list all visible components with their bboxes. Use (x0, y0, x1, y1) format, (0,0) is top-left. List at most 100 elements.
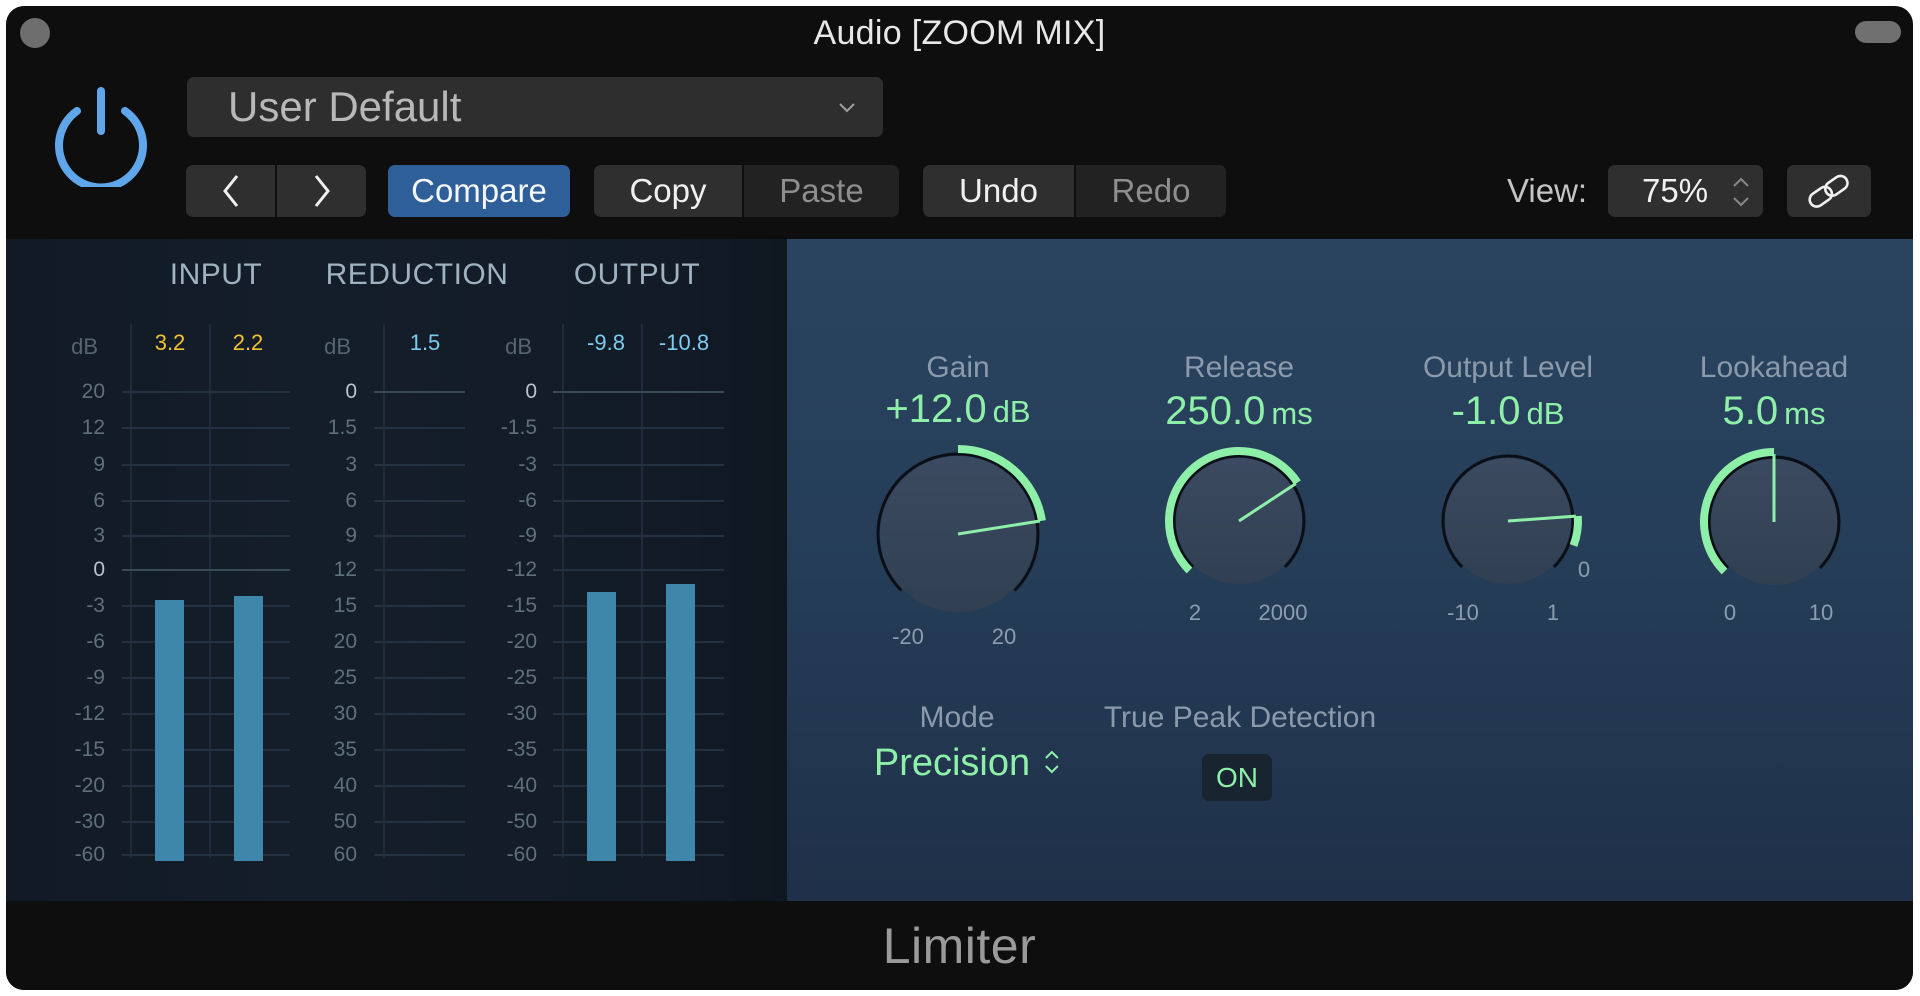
input-scale-tick: 3 (93, 524, 105, 547)
input-level-bar-left (155, 600, 184, 861)
view-zoom-value: 75% (1642, 172, 1709, 209)
reduction-scale-tick: 60 (333, 843, 357, 866)
up-down-chevron-icon (1733, 177, 1749, 207)
output-scale-tick: -9 (518, 524, 537, 547)
output-level-min-label: -10 (1447, 600, 1479, 625)
input-scale-tick: -30 (74, 810, 105, 833)
input-meter-divider (130, 324, 132, 858)
reduction-scale-tick: 30 (333, 702, 357, 725)
input-grid-line (122, 605, 290, 607)
link-button[interactable] (1787, 165, 1871, 217)
output-level-value-unit: dB (1526, 396, 1565, 431)
output-scale-tick: -12 (506, 558, 537, 581)
release-min-label: 2 (1188, 600, 1202, 625)
output-level-value: -1.0 dB (1452, 389, 1565, 434)
release-label: Release (1183, 351, 1295, 384)
output-scale-tick: -1.5 (500, 416, 537, 439)
true-peak-toggle[interactable]: ON (1202, 754, 1272, 801)
chevron-down-icon (839, 103, 855, 113)
controls-panel: Mode Precision True Peak Detection ON Ga… (787, 239, 1913, 901)
input-peak-value: 2.2 (232, 330, 264, 355)
power-button[interactable] (50, 85, 152, 192)
output-scale-tick: -60 (506, 843, 537, 866)
output-grid-line (553, 427, 724, 429)
view-zoom-select[interactable]: 75% (1608, 165, 1763, 217)
mode-label: Mode (919, 701, 995, 734)
reduction-unit-label: dB (324, 334, 351, 359)
release-value-unit: ms (1271, 396, 1313, 431)
copy-button[interactable]: Copy (594, 165, 742, 217)
output-grid-line (553, 713, 724, 715)
gain-label: Gain (926, 351, 990, 384)
reduction-grid-line (374, 677, 465, 679)
undo-button[interactable]: Undo (923, 165, 1074, 217)
reduction-grid-line (374, 605, 465, 607)
lookahead-value-number: 5.0 (1722, 389, 1779, 433)
input-grid-line (122, 500, 290, 502)
output-level-label: Output Level (1422, 351, 1594, 384)
output-scale-tick: -30 (506, 702, 537, 725)
reduction-grid-line (374, 535, 465, 537)
input-peak-value: 3.2 (154, 330, 186, 355)
reduction-grid-line (374, 464, 465, 466)
mode-select[interactable]: Precision (874, 742, 1060, 785)
output-scale-tick: -50 (506, 810, 537, 833)
gain-value: +12.0 dB (885, 387, 1030, 432)
input-scale-tick: 9 (93, 453, 105, 476)
reduction-scale-tick: 12 (333, 558, 357, 581)
next-preset-button[interactable] (277, 165, 366, 217)
reduction-grid-line (374, 821, 465, 823)
preset-dropdown[interactable]: User Default (187, 77, 883, 137)
reduction-scale-tick: 35 (333, 738, 357, 761)
input-scale-tick: 20 (81, 380, 105, 403)
input-scale-tick: -60 (74, 843, 105, 866)
release-knob[interactable] (1160, 442, 1318, 600)
output-level-max-label: 1 (1546, 600, 1560, 625)
reduction-scale-tick: 9 (345, 524, 357, 547)
output-grid-line (553, 785, 724, 787)
compare-button[interactable]: Compare (388, 165, 570, 217)
output-level-knob[interactable] (1429, 442, 1587, 600)
output-level-value-arc (1569, 515, 1582, 547)
chevron-right-icon (314, 175, 330, 207)
input-grid-line (122, 391, 290, 393)
lookahead-label: Lookahead (1699, 351, 1849, 384)
input-scale-tick: -3 (86, 594, 105, 617)
plugin-name: Limiter (882, 918, 1037, 974)
output-unit-label: dB (505, 334, 532, 359)
output-grid-line (553, 641, 724, 643)
input-grid-line (122, 854, 290, 856)
output-level-value-number: -1.0 (1451, 389, 1521, 433)
output-grid-line (553, 535, 724, 537)
reduction-scale-tick: 20 (333, 630, 357, 653)
lookahead-knob[interactable] (1695, 443, 1853, 601)
input-grid-line (122, 427, 290, 429)
reduction-meter-divider (383, 324, 385, 858)
input-grid-line (122, 713, 290, 715)
release-value-number: 250.0 (1165, 389, 1266, 433)
output-grid-line (553, 500, 724, 502)
paste-button[interactable]: Paste (744, 165, 899, 217)
gain-knob[interactable] (864, 440, 1052, 628)
reduction-grid-line (374, 427, 465, 429)
input-grid-line (122, 569, 290, 571)
lookahead-min-label: 0 (1723, 600, 1737, 625)
reduction-grid-line (374, 854, 465, 856)
output-meter-title: OUTPUT (573, 258, 701, 291)
release-value: 250.0 ms (1165, 389, 1312, 434)
output-scale-tick: -6 (518, 489, 537, 512)
redo-button[interactable]: Redo (1076, 165, 1226, 217)
meter-panel: INPUT dB 3.2 2.2 20 12 9 6 3 0 -3 -6 -9 -12 -15 -20 -30-… (6, 239, 787, 901)
lookahead-value-unit: ms (1784, 396, 1826, 431)
previous-preset-button[interactable] (186, 165, 275, 217)
output-scale-tick: -15 (506, 594, 537, 617)
input-scale-tick: 6 (93, 489, 105, 512)
window-collapse-button[interactable] (1855, 21, 1901, 43)
input-scale-tick: -20 (74, 774, 105, 797)
footer: Limiter (6, 901, 1913, 990)
output-grid-line (553, 569, 724, 571)
reduction-scale-tick: 50 (333, 810, 357, 833)
reduction-grid-line (374, 749, 465, 751)
input-scale-tick: 12 (81, 416, 105, 439)
release-max-label: 2000 (1258, 600, 1308, 625)
